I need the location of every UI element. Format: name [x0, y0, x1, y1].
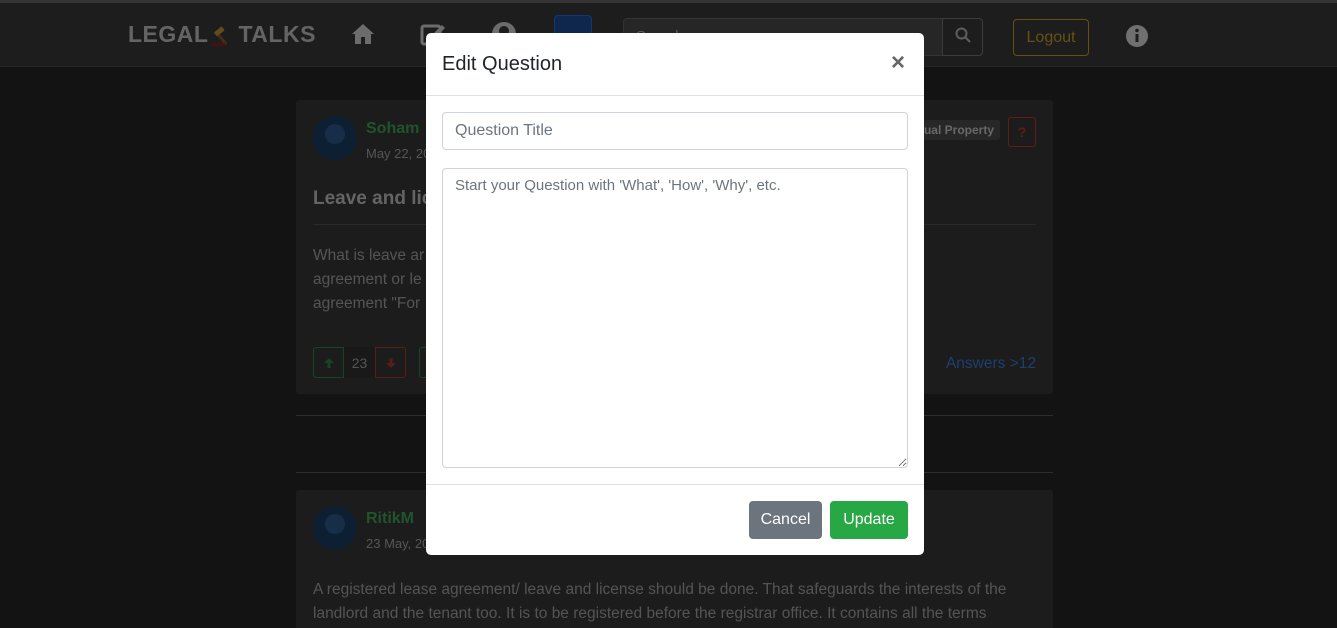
question-body-textarea[interactable]	[442, 168, 908, 468]
modal-header: Edit Question ×	[426, 33, 924, 96]
close-button[interactable]: ×	[888, 51, 908, 75]
update-button[interactable]: Update	[830, 501, 908, 539]
modal-footer: Cancel Update	[426, 484, 924, 555]
edit-question-modal: Edit Question × Cancel Update	[426, 33, 924, 555]
cancel-button[interactable]: Cancel	[749, 501, 822, 539]
modal-title: Edit Question	[442, 53, 563, 75]
question-title-input[interactable]	[442, 112, 908, 150]
modal-body	[426, 96, 924, 485]
